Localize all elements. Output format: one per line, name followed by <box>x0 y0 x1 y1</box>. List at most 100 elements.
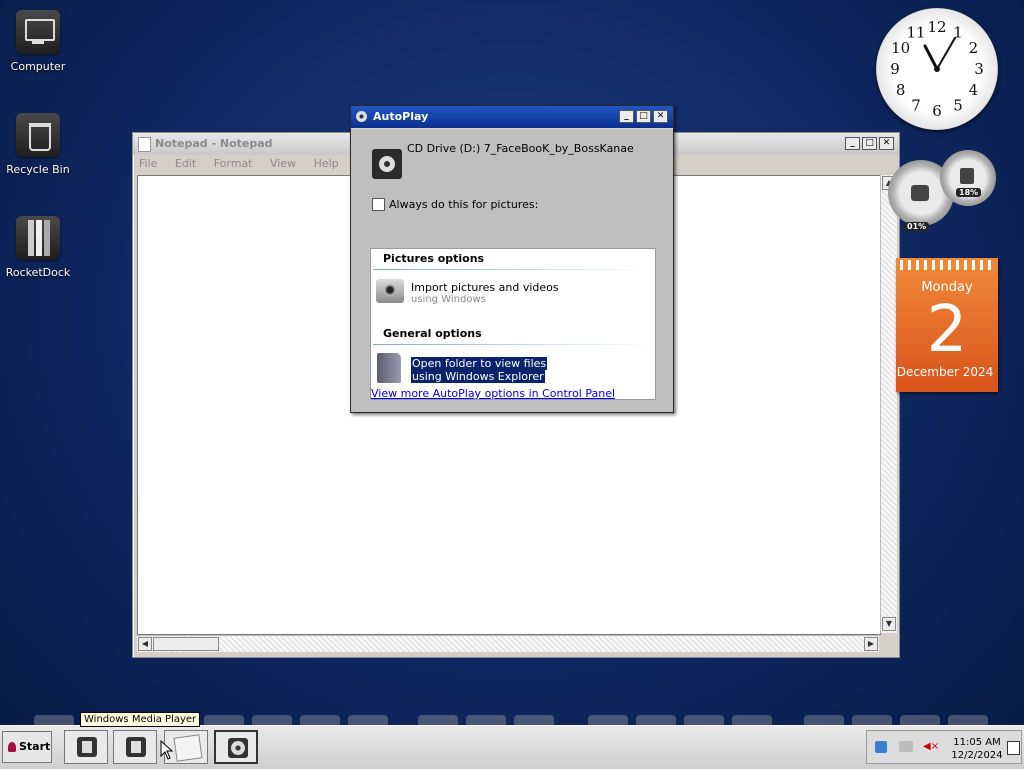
desktop-icon-label: RocketDock <box>5 266 71 279</box>
autoplay-titlebar[interactable]: AutoPlay _ □ ✕ <box>351 106 673 128</box>
always-do-this-label: Always do this for pictures: <box>389 198 539 211</box>
system-tray: ◀× 11:05 AM 12/2/2024 <box>866 730 1022 764</box>
desktop-icon-rocketdock[interactable]: RocketDock <box>0 216 76 279</box>
clock-number: 11 <box>906 24 925 42</box>
clock-number: 6 <box>932 102 942 120</box>
option-import-pictures[interactable]: Import pictures and videos using Windows <box>371 275 655 311</box>
open-folder-title: Open folder to view files using Windows … <box>411 357 548 383</box>
option-open-folder[interactable]: Open folder to view files using Windows … <box>371 351 655 387</box>
control-panel-link[interactable]: View more AutoPlay options in Control Pa… <box>371 387 615 400</box>
clock-number: 4 <box>969 81 979 99</box>
calendar-month-year: December 2024 <box>896 365 994 379</box>
camera-icon <box>376 279 404 303</box>
clock-number: 3 <box>974 60 984 78</box>
dock-slot <box>684 715 724 725</box>
memory-percent: 18% <box>956 188 982 197</box>
pictures-options-header: Pictures options <box>383 252 485 265</box>
dock-slot <box>34 715 74 725</box>
dock-slot <box>588 715 628 725</box>
close-button[interactable]: ✕ <box>879 137 894 150</box>
always-do-this-checkbox[interactable] <box>372 198 385 211</box>
dock-slot <box>418 715 458 725</box>
clock-number: 9 <box>890 60 900 78</box>
menu-view[interactable]: View <box>270 157 296 170</box>
dock-slot <box>514 715 554 725</box>
clock-face: 12 1234567891011 <box>890 18 984 120</box>
minimize-button[interactable]: _ <box>619 110 634 123</box>
clock-minute-hand <box>936 36 956 70</box>
clock-gadget[interactable]: 12 1 2 3 4 5 6 7 8 9 10 11 <box>876 8 998 130</box>
dock-slot <box>900 715 940 725</box>
devices-icon[interactable] <box>899 741 913 752</box>
import-subtitle: using Windows <box>411 294 486 305</box>
notepad-title: Notepad - Notepad <box>155 137 273 150</box>
menu-help[interactable]: Help <box>314 157 339 170</box>
autoplay-dialog[interactable]: AutoPlay _ □ ✕ CD Drive (D:) 7_FaceBooK_… <box>350 105 674 413</box>
clock-number: 12 <box>927 18 946 36</box>
recycle-bin-icon <box>16 113 60 157</box>
cpu-icon <box>911 185 929 201</box>
taskbar-clock[interactable]: 11:05 AM 12/2/2024 <box>949 736 1005 762</box>
notepad-icon <box>138 137 151 152</box>
open-folder-line2: using Windows Explorer <box>411 370 545 383</box>
open-folder-line1: Open folder to view files <box>411 357 548 370</box>
autoplay-cd-icon <box>356 111 367 122</box>
network-icon[interactable] <box>875 741 887 753</box>
clock-number: 7 <box>911 96 921 114</box>
maximize-button[interactable]: □ <box>636 110 651 123</box>
desktop-icon-label: Computer <box>10 60 66 73</box>
taskbar-notepad-button[interactable] <box>64 730 108 764</box>
dock-slot <box>804 715 844 725</box>
dock-slot <box>300 715 340 725</box>
volume-muted-icon[interactable]: ◀× <box>923 741 939 753</box>
clock-number: 10 <box>891 39 910 57</box>
dock-slot <box>948 715 988 725</box>
show-desktop-icon[interactable] <box>1007 741 1020 755</box>
calendar-gadget[interactable]: Monday 2 December 2024 <box>896 258 998 392</box>
clock-number: 8 <box>896 81 906 99</box>
computer-icon <box>16 10 60 54</box>
notepad-icon <box>126 737 146 757</box>
menu-file[interactable]: File <box>139 157 157 170</box>
taskbar: Start ◀× 11:05 AM 12/2/2024 <box>0 725 1024 769</box>
dock-slot <box>204 715 244 725</box>
taskbar-media-player-button[interactable] <box>214 730 258 764</box>
section-divider <box>373 344 653 345</box>
menu-format[interactable]: Format <box>214 157 253 170</box>
close-button[interactable]: ✕ <box>653 110 668 123</box>
minimize-button[interactable]: _ <box>845 137 860 150</box>
scroll-left-button[interactable]: ◀ <box>138 637 152 651</box>
start-icon <box>8 742 16 752</box>
start-label: Start <box>19 740 51 753</box>
document-icon <box>173 734 203 762</box>
memory-icon <box>960 168 974 184</box>
autoplay-options-list: Pictures options Import pictures and vid… <box>370 248 656 400</box>
dock-slot <box>252 715 292 725</box>
general-options-header: General options <box>383 327 482 340</box>
clock-number: 2 <box>969 39 979 57</box>
memory-meter[interactable]: 18% <box>940 150 996 206</box>
scroll-down-button[interactable]: ▼ <box>882 617 896 631</box>
taskbar-notepad-button-2[interactable] <box>113 730 157 764</box>
dock-slot <box>348 715 388 725</box>
clock-center <box>934 66 940 72</box>
clock-number: 5 <box>953 96 963 114</box>
calendar-day: 2 <box>926 293 968 367</box>
horizontal-scrollbar[interactable]: ◀ ▶ <box>137 635 879 652</box>
scroll-right-button[interactable]: ▶ <box>864 637 878 651</box>
desktop-icon-label: Recycle Bin <box>6 163 70 176</box>
desktop-icon-computer[interactable]: Computer <box>0 10 76 73</box>
taskbar-tooltip: Windows Media Player <box>80 712 201 727</box>
start-button[interactable]: Start <box>2 731 52 763</box>
section-divider <box>373 269 653 270</box>
drive-label: CD Drive (D:) 7_FaceBooK_by_BossKanae <box>407 142 634 155</box>
menu-edit[interactable]: Edit <box>175 157 196 170</box>
desktop-icon-recycle-bin[interactable]: Recycle Bin <box>0 113 76 176</box>
clock-hour-hand <box>923 44 939 71</box>
cd-drive-icon <box>372 149 402 179</box>
horizontal-scroll-thumb[interactable] <box>153 637 219 651</box>
vertical-scrollbar[interactable]: ▲ ▼ <box>880 175 897 633</box>
dock-slot <box>466 715 506 725</box>
maximize-button[interactable]: □ <box>862 137 877 150</box>
dock-slot <box>852 715 892 725</box>
